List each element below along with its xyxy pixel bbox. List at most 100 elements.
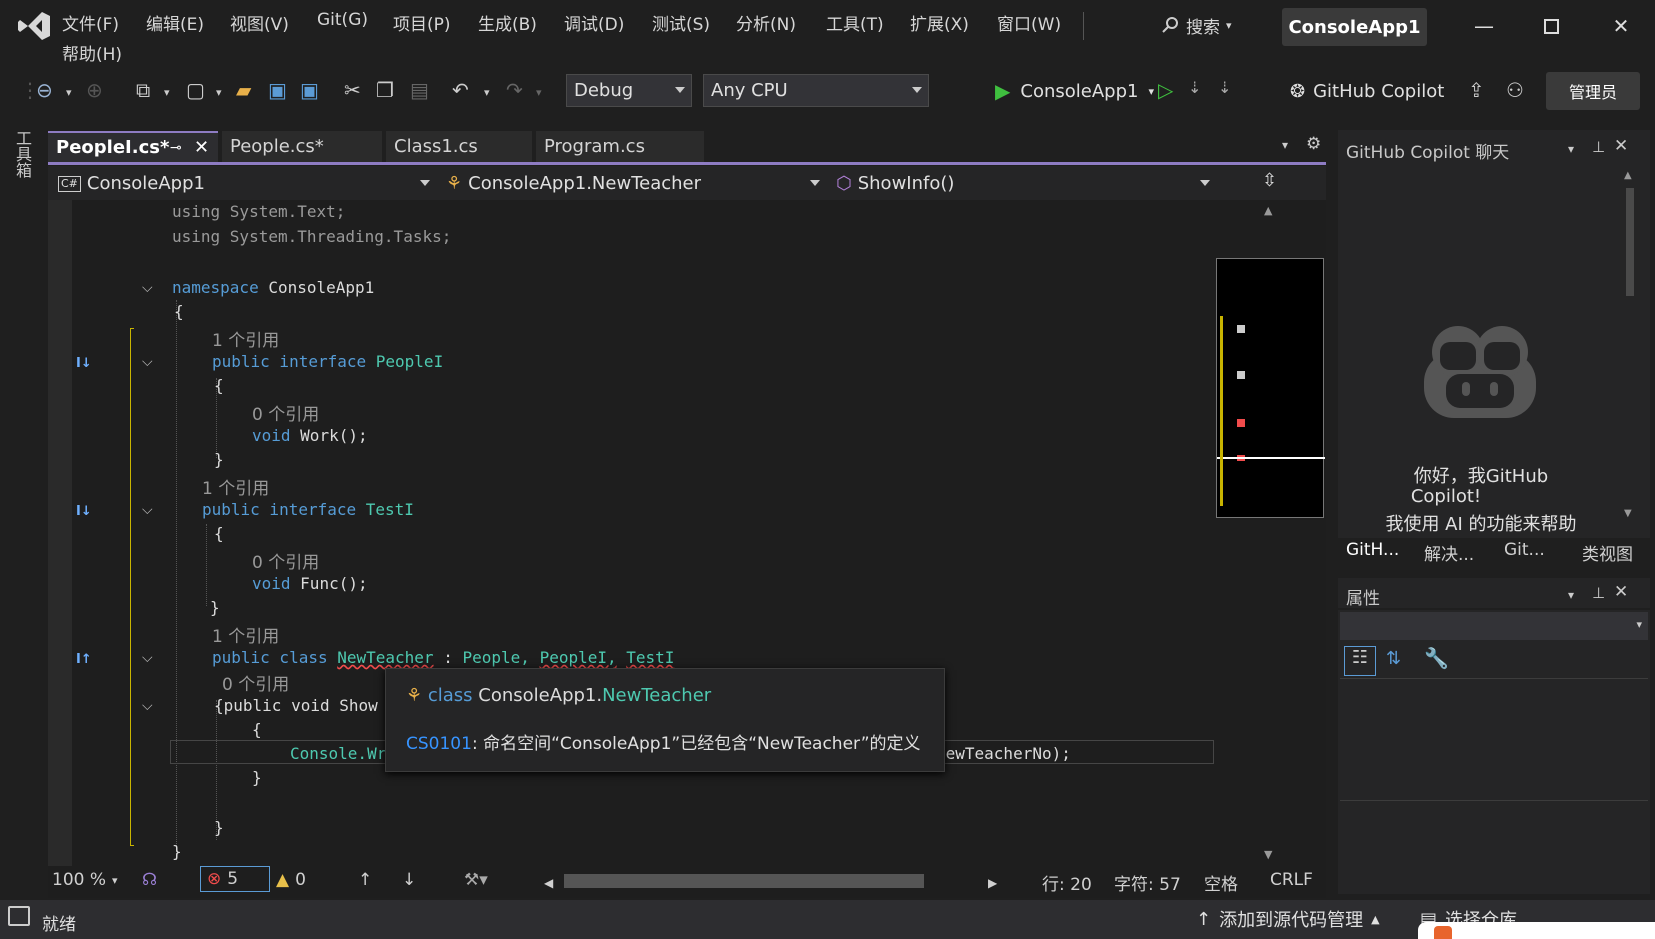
code-line-console[interactable]: Console.Wr	[290, 744, 386, 763]
code-line-work[interactable]: void Work();	[252, 426, 368, 445]
menu-window[interactable]: 窗口(W)	[997, 10, 1061, 35]
minimap-viewport[interactable]	[1216, 258, 1325, 518]
code-line-showinfo[interactable]: {public void Show	[214, 696, 378, 715]
solution-title[interactable]: ConsoleApp1	[1282, 8, 1427, 46]
toolbox-tab[interactable]: 工具箱	[13, 130, 34, 178]
panel-tab-class-view[interactable]: 类视图	[1582, 540, 1633, 565]
step-over-icon[interactable]: ⇣	[1188, 78, 1201, 97]
menu-help[interactable]: 帮助(H)	[62, 40, 122, 65]
char-indicator[interactable]: 字符: 57	[1114, 870, 1181, 895]
error-count-button[interactable]: ⊗ 5	[200, 866, 270, 892]
add-to-source-control-button[interactable]: ↑ 添加到源代码管理 ▲	[1196, 906, 1380, 932]
open-folder-icon[interactable]: ▰	[236, 78, 251, 102]
menu-analyze[interactable]: 分析(N)	[736, 10, 796, 35]
minimize-button[interactable]: —	[1457, 8, 1511, 44]
admin-badge[interactable]: 管理员	[1546, 72, 1640, 110]
zoom-select[interactable]: 100 % ▾	[52, 870, 118, 890]
code-line-class-newteacher[interactable]: public class NewTeacher : People, People…	[212, 648, 674, 667]
copilot-scrollbar[interactable]: ▲ ▼	[1624, 170, 1636, 530]
codelens-references[interactable]: 0 个引用	[252, 400, 319, 425]
codelens-references[interactable]: 1 个引用	[202, 474, 269, 499]
save-icon[interactable]: ▣	[268, 78, 287, 102]
platform-select[interactable]: Any CPU	[703, 74, 929, 107]
close-button[interactable]: ✕	[1594, 8, 1648, 44]
code-cleanup-icon[interactable]: ⚒▾	[464, 870, 488, 890]
intellicode-icon[interactable]: ☊	[142, 870, 157, 890]
scroll-down-icon[interactable]: ▼	[1624, 508, 1632, 519]
redo-icon[interactable]: ↷	[506, 78, 523, 102]
scrollbar-thumb[interactable]	[1626, 188, 1634, 296]
fold-toggle-icon[interactable]: ⌵	[142, 650, 153, 666]
line-ending-indicator[interactable]: CRLF	[1270, 870, 1313, 890]
maximize-button[interactable]	[1524, 8, 1578, 44]
code-line-using-text[interactable]: using System.Text;	[172, 202, 345, 221]
scroll-right-icon[interactable]: ▶	[988, 876, 997, 890]
previous-issue-icon[interactable]: ↑	[358, 870, 372, 890]
pane-dropdown-icon[interactable]: ▾	[1568, 588, 1574, 602]
start-debugging-button[interactable]: ▶ ConsoleApp1 ▾	[995, 76, 1154, 106]
search-button[interactable]: 搜索 ▾	[1162, 12, 1232, 38]
share-icon[interactable]: ⇪	[1468, 78, 1485, 102]
next-issue-icon[interactable]: ↓	[402, 870, 416, 890]
codelens-references[interactable]: 0 个引用	[252, 548, 319, 573]
error-code-link[interactable]: CS0101	[406, 734, 472, 754]
close-pane-icon[interactable]: ✕	[1614, 136, 1628, 156]
pin-icon[interactable]: ⊸	[170, 140, 182, 156]
fold-toggle-icon[interactable]: ⌵	[142, 698, 153, 714]
fold-toggle-icon[interactable]: ⌵	[142, 502, 153, 518]
tab-class1[interactable]: Class1.cs	[386, 131, 532, 162]
properties-object-select[interactable]: ▾	[1340, 612, 1648, 640]
visual-studio-logo-icon[interactable]	[16, 8, 52, 44]
start-without-debugging-icon[interactable]: ▷	[1158, 78, 1173, 102]
configuration-select[interactable]: Debug	[566, 74, 692, 107]
panel-tab-solution[interactable]: 解决...	[1424, 540, 1474, 565]
menu-view[interactable]: 视图(V)	[230, 10, 289, 35]
new-project-icon[interactable]: ⧉	[136, 78, 150, 102]
implemented-by-icon[interactable]: I↓	[76, 356, 92, 371]
scroll-left-icon[interactable]: ◀	[544, 876, 553, 890]
new-project-dropdown-icon[interactable]: ▾	[164, 86, 170, 99]
gear-icon[interactable]: ⚙	[1306, 134, 1321, 154]
save-all-icon[interactable]: ▣	[300, 78, 319, 102]
code-line-using-tasks[interactable]: using System.Threading.Tasks;	[172, 227, 451, 246]
close-pane-icon[interactable]: ✕	[1614, 582, 1628, 602]
line-indicator[interactable]: 行: 20	[1042, 870, 1092, 895]
feedback-icon[interactable]: ⚇	[1506, 78, 1524, 102]
forward-icon[interactable]: ⊕	[86, 78, 103, 102]
menu-edit[interactable]: 编辑(E)	[146, 10, 204, 35]
github-copilot-button[interactable]: ❂ GitHub Copilot	[1290, 76, 1444, 106]
panel-tab-git[interactable]: Git...	[1504, 540, 1545, 560]
undo-dropdown-icon[interactable]: ▾	[484, 86, 490, 99]
back-dropdown-icon[interactable]: ▾	[66, 86, 72, 99]
pin-icon[interactable]: ⊥	[1592, 138, 1605, 156]
menu-project[interactable]: 项目(P)	[393, 10, 451, 35]
notification-popup[interactable]	[1418, 922, 1655, 939]
add-item-dropdown-icon[interactable]: ▾	[216, 86, 222, 99]
copy-icon[interactable]: ❐	[376, 78, 394, 102]
menu-git[interactable]: Git(G)	[317, 10, 368, 30]
scroll-up-icon[interactable]: ▲	[1264, 204, 1272, 217]
back-icon[interactable]: ⊖	[36, 78, 53, 102]
alphabetical-icon[interactable]: ⇅	[1386, 648, 1401, 669]
horizontal-scrollbar-thumb[interactable]	[564, 874, 924, 888]
menu-tools[interactable]: 工具(T)	[826, 10, 884, 35]
menu-build[interactable]: 生成(B)	[478, 10, 537, 35]
tab-people[interactable]: People.cs*	[222, 131, 382, 162]
member-select[interactable]: ⬡ ShowInfo()	[830, 170, 1214, 197]
fold-toggle-icon[interactable]: ⌵	[142, 354, 153, 370]
menu-extensions[interactable]: 扩展(X)	[910, 10, 969, 35]
implements-icon[interactable]: I↑	[76, 652, 92, 667]
menu-debug[interactable]: 调试(D)	[564, 10, 624, 35]
codelens-references[interactable]: 1 个引用	[212, 326, 279, 351]
pane-dropdown-icon[interactable]: ▾	[1568, 142, 1574, 156]
whitespace-indicator[interactable]: 空格	[1204, 870, 1238, 895]
paste-icon[interactable]: ▤	[410, 78, 429, 102]
close-tab-icon[interactable]: ✕	[194, 137, 209, 158]
warning-count-button[interactable]: ▲ 0	[276, 870, 306, 890]
property-pages-icon[interactable]: 🔧	[1424, 646, 1449, 670]
code-line-interface-testi[interactable]: public interface TestI	[202, 500, 414, 519]
project-select[interactable]: C# ConsoleApp1	[52, 170, 434, 197]
code-line-console-end[interactable]: NewTeacherNo);	[936, 744, 1071, 763]
tab-list-dropdown-icon[interactable]: ▾	[1282, 138, 1288, 152]
split-window-icon[interactable]: ⇳	[1262, 170, 1277, 191]
